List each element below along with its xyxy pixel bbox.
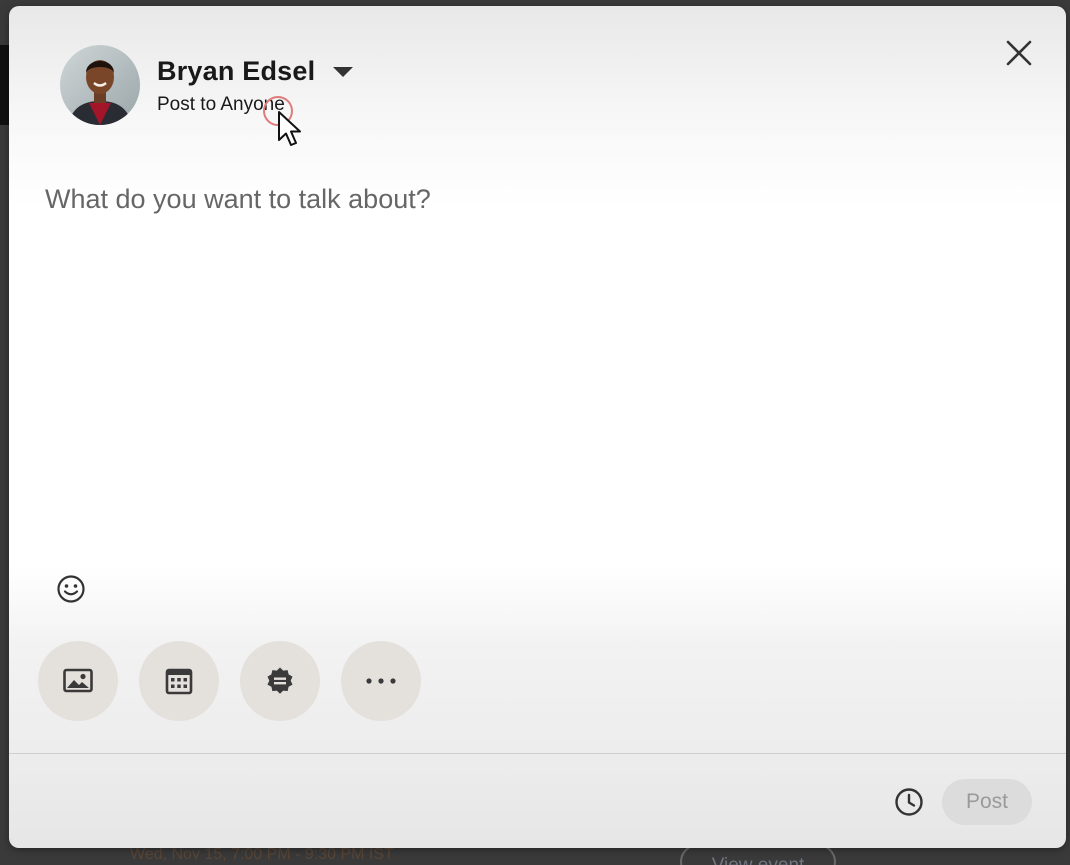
image-icon [63, 668, 93, 693]
background-event-time: Wed, Nov 15, 7:00 PM - 9:30 PM IST [130, 846, 394, 863]
add-media-button[interactable] [38, 641, 118, 721]
schedule-post-button[interactable] [889, 782, 929, 822]
more-options-button[interactable] [341, 641, 421, 721]
create-event-button[interactable] [139, 641, 219, 721]
more-icon [366, 678, 396, 684]
emoji-icon [57, 575, 85, 603]
author-name: Bryan Edsel [157, 56, 316, 86]
clock-icon [895, 788, 923, 816]
avatar[interactable] [60, 45, 140, 125]
close-button[interactable] [999, 33, 1039, 73]
post-text-editor[interactable]: What do you want to talk about? [45, 184, 1025, 544]
emoji-button[interactable] [51, 569, 91, 609]
caret-down-icon [333, 66, 354, 77]
post-composer-modal: Bryan Edsel Post to Anyone What do you w… [9, 6, 1066, 848]
editor-placeholder: What do you want to talk about? [45, 184, 431, 214]
post-button[interactable]: Post [942, 779, 1032, 825]
badge-icon [267, 667, 293, 694]
author-selector[interactable]: Bryan Edsel [157, 56, 354, 87]
mouse-pointer-icon [278, 111, 301, 146]
celebrate-occasion-button[interactable] [240, 641, 320, 721]
footer-divider [9, 753, 1066, 754]
calendar-icon [165, 668, 193, 695]
close-icon [1006, 40, 1032, 66]
